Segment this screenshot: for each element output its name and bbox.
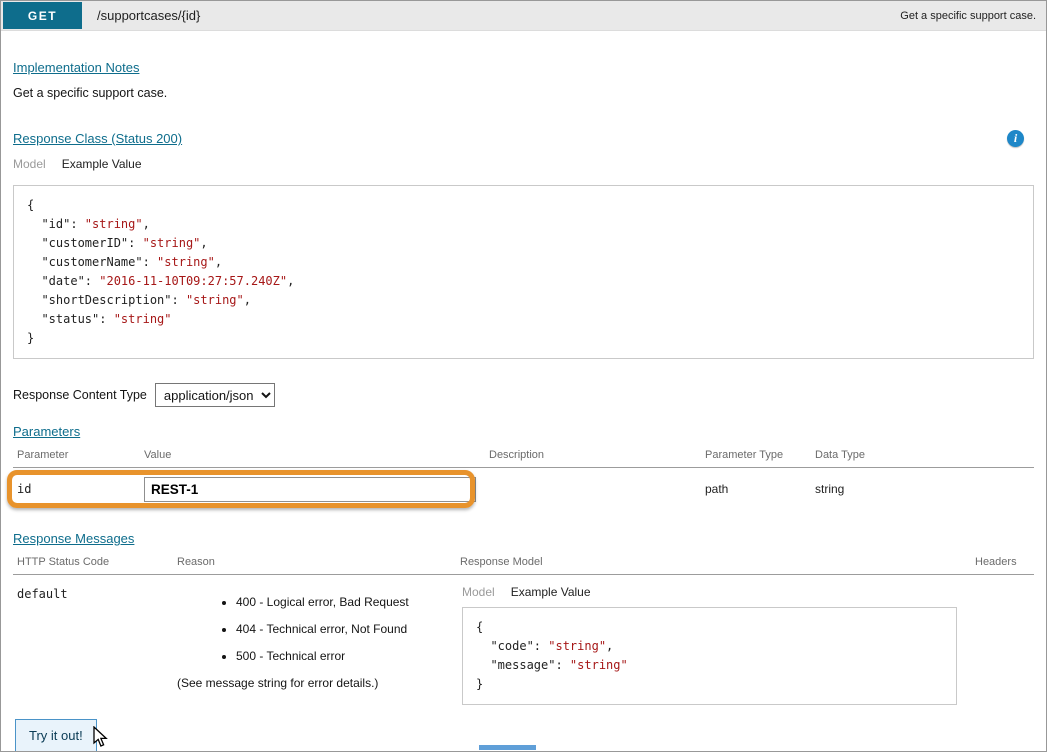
error-example-code: { "code": "string", "message": "string"} [462, 607, 957, 705]
parameters-link[interactable]: Parameters [13, 424, 80, 439]
operation-path[interactable]: /supportcases/{id} [97, 8, 200, 23]
implementation-notes-link[interactable]: Implementation Notes [13, 60, 139, 75]
parameter-data-type: string [811, 482, 1034, 496]
horizontal-scrollbar-thumb[interactable] [479, 745, 536, 750]
response-message-row: default 400 - Logical error, Bad Request… [13, 575, 1034, 705]
parameter-name: id [13, 482, 140, 496]
reason-note: (See message string for error details.) [173, 676, 456, 690]
response-example-code: { "id": "string", "customerID": "string"… [13, 185, 1034, 359]
reason-item: 404 - Technical error, Not Found [236, 622, 456, 636]
operation-body: Implementation Notes Get a specific supp… [1, 59, 1046, 752]
column-reason: Reason [173, 556, 456, 568]
http-method-badge[interactable]: GET [3, 2, 82, 29]
headers-cell [971, 575, 1034, 705]
column-parameter: Parameter [13, 449, 140, 461]
reason-item: 500 - Technical error [236, 649, 456, 663]
operation-summary: Get a specific support case. [900, 10, 1036, 22]
parameter-type: path [701, 482, 811, 496]
api-operation-panel: GET /supportcases/{id} Get a specific su… [0, 0, 1047, 752]
column-parameter-type: Parameter Type [701, 449, 811, 461]
implementation-notes-text: Get a specific support case. [13, 86, 1034, 100]
response-messages-link[interactable]: Response Messages [13, 531, 134, 546]
response-class-link[interactable]: Response Class (Status 200) [13, 131, 182, 146]
column-data-type: Data Type [811, 449, 1034, 461]
parameter-row: id path string [13, 468, 1034, 510]
tab-error-model[interactable]: Model [462, 585, 495, 599]
response-content-type-label: Response Content Type [13, 388, 147, 402]
try-it-out-button[interactable]: Try it out! [15, 719, 97, 752]
reason-cell: 400 - Logical error, Bad Request 404 - Te… [173, 575, 456, 705]
column-headers: Headers [971, 556, 1034, 568]
parameters-table-header: Parameter Value Description Parameter Ty… [13, 449, 1034, 468]
tab-model[interactable]: Model [13, 157, 46, 171]
column-response-model: Response Model [456, 556, 971, 568]
reason-list: 400 - Logical error, Bad Request 404 - Te… [173, 595, 456, 663]
response-model-cell: Model Example Value { "code": "string", "… [456, 575, 971, 705]
response-content-type-select[interactable]: application/json [155, 383, 275, 407]
response-messages-table-header: HTTP Status Code Reason Response Model H… [13, 556, 1034, 575]
parameter-value-input[interactable] [144, 477, 476, 502]
info-icon[interactable]: i [1007, 130, 1024, 147]
operation-header: GET /supportcases/{id} Get a specific su… [1, 1, 1046, 31]
status-code: default [13, 575, 173, 705]
column-description: Description [485, 449, 701, 461]
column-http-status-code: HTTP Status Code [13, 556, 173, 568]
tab-error-example-value[interactable]: Example Value [511, 585, 591, 599]
column-value: Value [140, 449, 485, 461]
tab-example-value[interactable]: Example Value [62, 157, 142, 171]
reason-item: 400 - Logical error, Bad Request [236, 595, 456, 609]
